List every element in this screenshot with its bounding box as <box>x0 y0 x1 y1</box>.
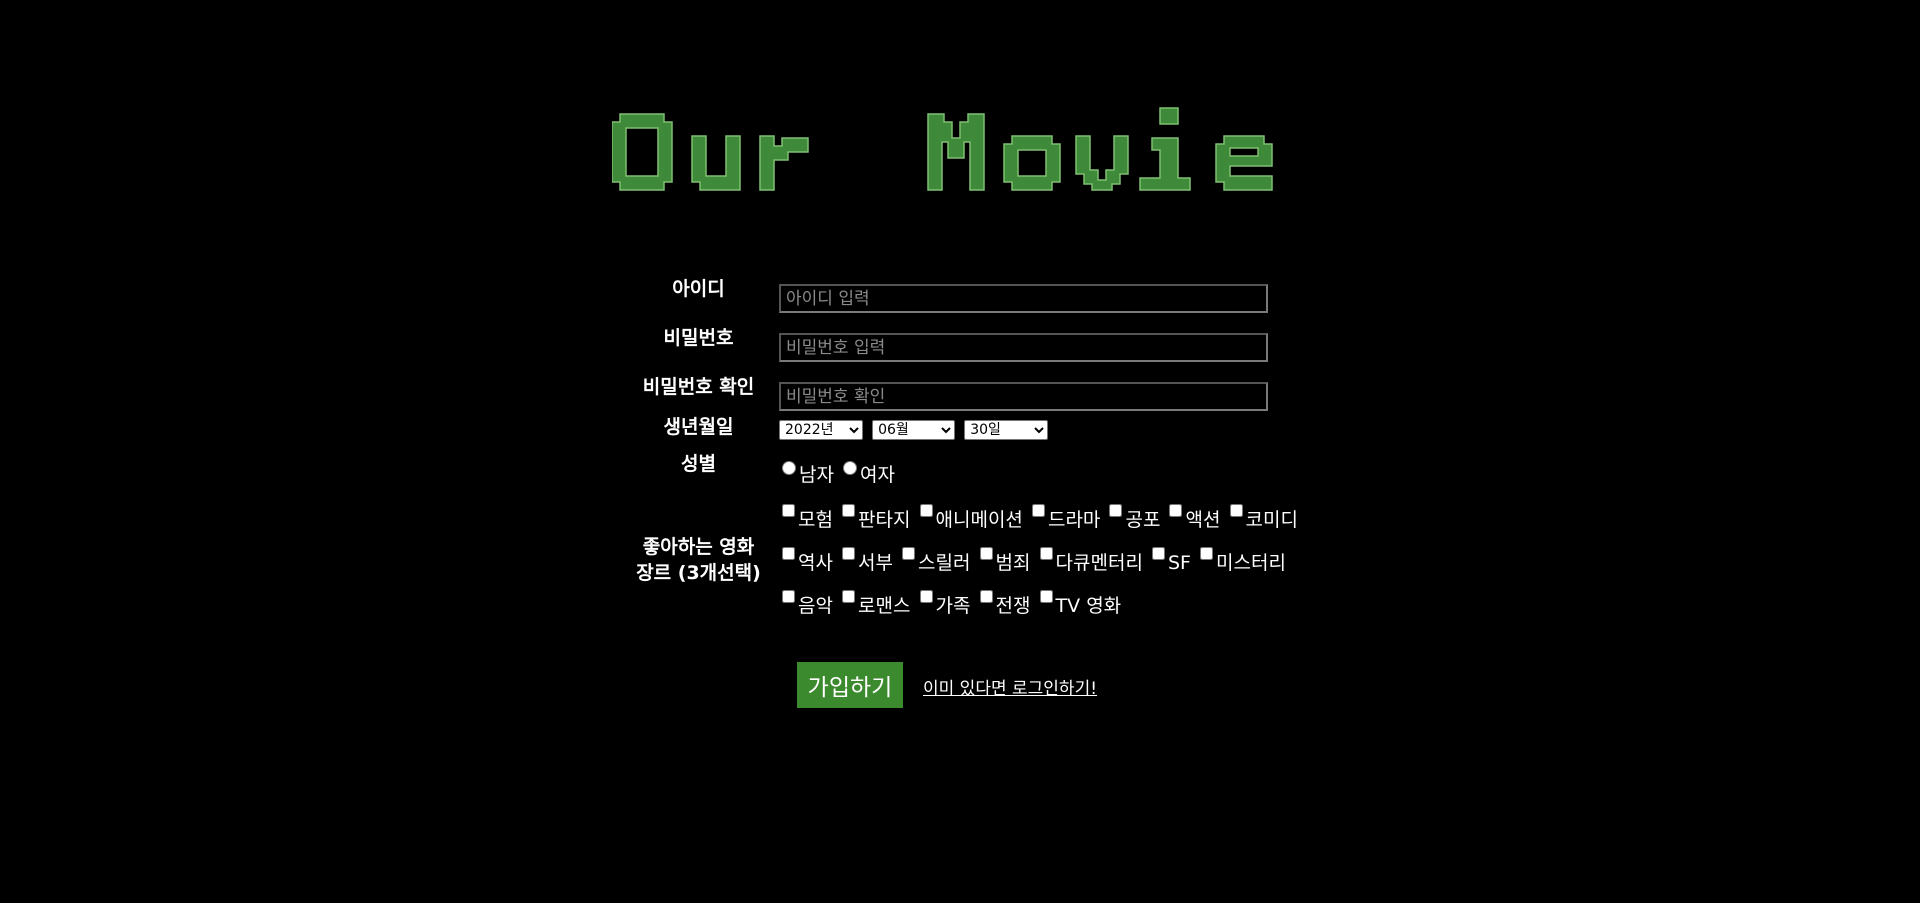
genre-options: 모험 판타지 애니메이션 드라마 공포 액션 코미디 역사 서부 스릴러 범죄 … <box>779 499 1299 628</box>
genre-item: 역사 <box>779 547 833 574</box>
genre-label-line1: 좋아하는 영화 <box>642 536 755 558</box>
genre-checkbox[interactable] <box>842 547 856 560</box>
password-confirm-label: 비밀번호 확인 <box>642 376 755 398</box>
genre-label-text: 가족 <box>935 595 971 617</box>
genre-label-text: SF <box>1168 552 1191 574</box>
genre-label-line2: 장르 (3개선택) <box>636 562 761 584</box>
birth-day-select[interactable]: 30일 <box>964 420 1049 440</box>
genre-label-text: TV 영화 <box>1055 595 1122 617</box>
genre-checkbox[interactable] <box>1031 504 1045 517</box>
genre-checkbox[interactable] <box>842 504 856 517</box>
birth-year-select[interactable]: 2022년 <box>779 420 863 440</box>
genre-item: 코미디 <box>1227 504 1298 531</box>
genre-checkbox[interactable] <box>782 504 795 517</box>
gender-female-label: 여자 <box>860 464 895 486</box>
genre-checkbox[interactable] <box>1039 590 1053 603</box>
gender-male-label: 남자 <box>799 464 834 486</box>
genre-label-text: 다큐멘터리 <box>1055 552 1143 574</box>
gender-options: 남자 여자 <box>779 461 895 488</box>
genre-item: SF <box>1149 547 1191 574</box>
genre-label-text: 범죄 <box>995 552 1031 574</box>
id-input[interactable] <box>779 284 1268 313</box>
genre-item: 범죄 <box>977 547 1031 574</box>
gender-male-radio[interactable] <box>782 461 796 475</box>
birth-selects: 2022년 06월 30일 <box>779 420 1052 440</box>
birth-month-select[interactable]: 06월 <box>872 420 956 440</box>
genre-label-text: 판타지 <box>858 509 911 531</box>
genre-checkbox[interactable] <box>902 547 916 560</box>
password-confirm-field-wrap <box>779 382 1268 411</box>
genre-checkbox[interactable] <box>919 504 933 517</box>
genre-label-text: 스릴러 <box>918 552 971 574</box>
genre-item: 스릴러 <box>899 547 971 574</box>
genre-item: 로맨스 <box>839 590 911 617</box>
id-field-wrap <box>779 284 1268 313</box>
genre-label-text: 액션 <box>1185 509 1221 531</box>
signup-submit-button[interactable]: 가입하기 <box>797 662 903 708</box>
genre-checkbox[interactable] <box>782 547 795 560</box>
genre-checkbox[interactable] <box>979 547 993 560</box>
genre-item: 공포 <box>1106 504 1161 531</box>
genre-item: TV 영화 <box>1037 590 1122 617</box>
genre-checkbox[interactable] <box>1109 504 1123 517</box>
genre-label-text: 코미디 <box>1245 509 1298 531</box>
genre-item: 드라마 <box>1029 504 1101 531</box>
genre-label-text: 로맨스 <box>858 595 911 617</box>
logo-graphic <box>612 107 1273 191</box>
logo <box>612 100 1312 210</box>
genre-label-text: 전쟁 <box>995 595 1031 617</box>
genre-item: 판타지 <box>839 504 911 531</box>
id-label: 아이디 <box>672 278 725 300</box>
genre-item: 전쟁 <box>977 590 1031 617</box>
signup-page: 아이디 비밀번호 비밀번호 확인 생년월일 2022년 <box>0 0 1920 903</box>
gender-female-radio[interactable] <box>843 461 858 475</box>
genre-checkbox[interactable] <box>842 590 856 603</box>
login-link[interactable]: 이미 있다면 로그인하기! <box>923 674 1097 699</box>
genre-checkbox[interactable] <box>1152 547 1165 560</box>
genre-label-text: 서부 <box>858 552 893 574</box>
password-input[interactable] <box>779 333 1268 362</box>
genre-item: 음악 <box>779 590 833 617</box>
genre-item: 서부 <box>839 547 893 574</box>
genre-item: 미스터리 <box>1197 547 1286 574</box>
genre-label-text: 미스터리 <box>1216 552 1286 574</box>
genre-label-text: 애니메이션 <box>935 509 1023 531</box>
genre-checkbox[interactable] <box>979 590 993 603</box>
genre-item: 애니메이션 <box>917 504 1023 531</box>
genre-checkbox[interactable] <box>919 590 933 603</box>
genre-label-text: 모험 <box>798 509 833 531</box>
genre-checkbox[interactable] <box>1039 547 1053 560</box>
password-label: 비밀번호 <box>663 327 734 349</box>
genre-checkbox[interactable] <box>1200 547 1214 560</box>
genre-label: 좋아하는 영화 장르 (3개선택) <box>620 534 777 586</box>
gender-label: 성별 <box>681 453 716 475</box>
genre-label-text: 음악 <box>798 595 833 617</box>
genre-checkbox[interactable] <box>1169 504 1183 517</box>
genre-item: 다큐멘터리 <box>1037 547 1143 574</box>
genre-label-text: 드라마 <box>1047 509 1101 531</box>
genre-checkbox[interactable] <box>782 590 795 603</box>
password-confirm-input[interactable] <box>779 382 1268 411</box>
genre-checkbox[interactable] <box>1229 504 1243 517</box>
genre-label-text: 공포 <box>1125 509 1161 531</box>
genre-item: 액션 <box>1166 504 1221 531</box>
password-field-wrap <box>779 333 1268 362</box>
genre-item: 가족 <box>917 590 971 617</box>
genre-item: 모험 <box>779 504 833 531</box>
genre-label-text: 역사 <box>798 552 833 574</box>
birth-label: 생년월일 <box>663 416 734 438</box>
